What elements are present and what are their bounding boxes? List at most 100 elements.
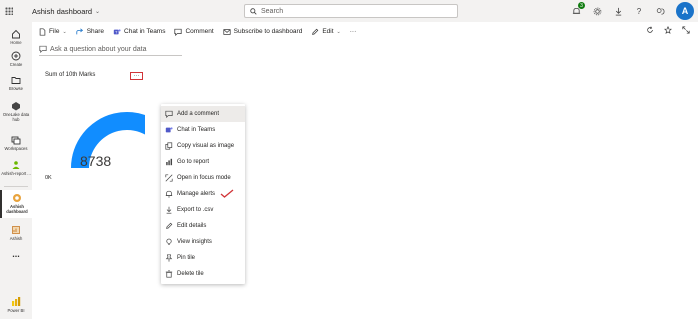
qa-placeholder: Ask a question about your data [50, 45, 147, 53]
nav-item-powerbi[interactable]: Power BI [0, 296, 32, 313]
focus-icon [165, 174, 173, 182]
comment-button[interactable]: Comment [174, 28, 214, 36]
nav-label-workspaces: Workspaces [4, 146, 28, 151]
nav-item-create[interactable]: Create [0, 50, 32, 67]
pin-icon [165, 254, 173, 262]
menu-item-label: Chat in Teams [177, 127, 216, 133]
more-options-button[interactable]: ··· [350, 28, 357, 35]
menu-item-chat-in-teams[interactable]: Chat in Teams [161, 122, 245, 138]
menu-item-label: Go to report [177, 159, 210, 165]
copy-icon [165, 142, 173, 150]
menu-item-label: Delete tile [177, 271, 204, 277]
nav-label-browse: Browse [9, 86, 23, 91]
share-button[interactable]: Share [76, 27, 105, 36]
subscribe-label: Subscribe to dashboard [233, 28, 303, 35]
qa-chat-icon [39, 45, 47, 53]
subscribe-button[interactable]: Subscribe to dashboard [223, 28, 303, 36]
gauge-value: 8738 [80, 153, 112, 169]
menu-item-pin-tile[interactable]: Pin tile [161, 250, 245, 266]
menu-item-export-to-csv[interactable]: Export to .csv [161, 202, 245, 218]
menu-item-label: Pin tile [177, 255, 196, 261]
notification-badge: 3 [578, 2, 585, 9]
lightbulb-icon [165, 238, 173, 246]
comment-icon [165, 110, 173, 118]
export-icon [165, 206, 173, 214]
nav-item-ashish-dashboard[interactable]: Ashish dashboard [0, 190, 32, 218]
share-label: Share [86, 28, 105, 35]
share-icon [76, 27, 83, 34]
gauge-tile[interactable]: Sum of 10th Marks ··· 8738 0K [37, 67, 145, 197]
chevron-down-icon: ⌄ [95, 8, 101, 15]
nav-item-home[interactable]: Home [0, 28, 32, 45]
notifications-icon[interactable]: 3 [571, 2, 585, 16]
feedback-icon[interactable] [655, 6, 665, 16]
red-check-annotation [220, 189, 234, 198]
nav-item-onelake[interactable]: OneLake data hub [0, 100, 32, 122]
more-label: ··· [349, 28, 357, 35]
comment-icon [174, 28, 183, 36]
nav-label-powerbi: Power BI [7, 308, 25, 313]
toolbar: File ⌄ Share T Chat in Teams Comment Sub… [32, 22, 698, 41]
report-icon [165, 158, 173, 166]
dashboard-icon [12, 192, 23, 203]
menu-item-go-to-report[interactable]: Go to report [161, 154, 245, 170]
nav-item-workspaces[interactable]: Workspaces [0, 134, 32, 151]
edit-menu-button[interactable]: Edit ⌄ [311, 28, 341, 36]
left-nav: Home Create Browse OneLake data hub Work… [0, 22, 32, 319]
menu-item-label: Add a comment [177, 111, 220, 117]
menu-item-add-a-comment[interactable]: Add a comment [161, 106, 245, 122]
chat-label: Chat in Teams [124, 28, 166, 35]
chevron-down-icon: ⌄ [336, 28, 341, 35]
search-icon [250, 7, 257, 15]
chevron-down-icon: ⌄ [62, 28, 67, 35]
menu-item-label: Open in focus mode [177, 175, 231, 181]
nav-label-home: Home [10, 40, 22, 45]
report-people-icon [11, 159, 22, 170]
gauge-chart [71, 112, 145, 168]
fullscreen-icon[interactable] [682, 26, 690, 34]
pencil-icon [165, 222, 173, 230]
app-title[interactable]: Ashish dashboard ⌄ [32, 7, 100, 16]
teams-icon: T [113, 28, 121, 34]
help-icon[interactable]: ? [634, 6, 644, 16]
comment-label: Comment [185, 28, 214, 35]
app-launcher-icon[interactable] [0, 0, 18, 22]
more-icon: ... [12, 249, 20, 259]
menu-item-delete-tile[interactable]: Delete tile [161, 266, 245, 282]
avatar[interactable]: A [676, 2, 694, 20]
nav-label-ashish-report: Ashish-report ... [1, 171, 31, 176]
menu-item-label: Export to .csv [177, 207, 214, 213]
menu-item-copy-visual-as-image[interactable]: Copy visual as image [161, 138, 245, 154]
file-menu-button[interactable]: File ⌄ [39, 27, 67, 36]
menu-item-open-in-focus-mode[interactable]: Open in focus mode [161, 170, 245, 186]
download-icon[interactable] [613, 6, 623, 16]
search-box[interactable]: Search [244, 4, 458, 18]
chat-in-teams-button[interactable]: T Chat in Teams [113, 28, 165, 36]
nav-item-ashish-report[interactable]: Ashish-report ... [0, 159, 32, 176]
menu-item-view-insights[interactable]: View insights [161, 234, 245, 250]
menu-item-label: Manage alerts [177, 191, 216, 197]
onelake-hub-icon [11, 100, 22, 111]
menu-item-edit-details[interactable]: Edit details [161, 218, 245, 234]
nav-label-onelake: OneLake data hub [2, 112, 30, 122]
qa-input[interactable]: Ask a question about your data [39, 43, 182, 56]
powerbi-logo-icon [11, 296, 22, 307]
workspaces-icon [11, 134, 22, 145]
file-icon [39, 27, 46, 36]
mail-icon [223, 28, 231, 35]
settings-gear-icon[interactable] [592, 6, 602, 16]
top-bar: Ashish dashboard ⌄ Search 3 ? A [0, 0, 698, 22]
gauge-min-label: 0K [45, 175, 52, 181]
nav-item-more[interactable]: ... [0, 249, 32, 259]
file-label: File [49, 28, 60, 35]
trash-icon [165, 270, 173, 278]
nav-item-ashish[interactable]: Ashish [0, 224, 32, 241]
refresh-icon[interactable] [646, 26, 654, 34]
folder-icon [11, 74, 22, 85]
search-placeholder: Search [261, 7, 284, 15]
nav-item-browse[interactable]: Browse [0, 74, 32, 91]
favorite-star-icon[interactable] [664, 26, 672, 34]
home-icon [11, 28, 22, 39]
bell-icon [165, 190, 173, 198]
nav-label-ashish-dashboard: Ashish dashboard [6, 204, 28, 214]
